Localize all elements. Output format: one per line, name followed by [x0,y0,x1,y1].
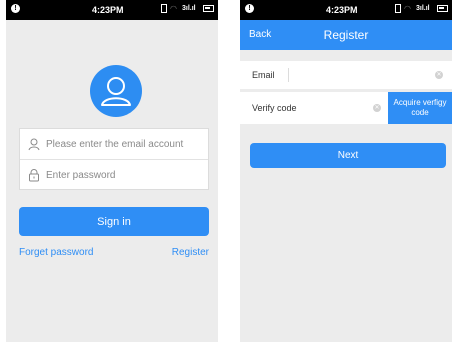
field-divider [288,68,289,82]
login-screen: ! 4:23PM ◠ 3ıl.ıl Please enter the email… [6,0,218,342]
wifi-icon: ◠ [404,4,411,13]
lock-icon [27,168,41,182]
clear-icon[interactable]: ✕ [435,71,443,79]
clear-icon[interactable]: ✕ [373,104,381,112]
login-form [19,128,209,190]
register-email-input[interactable] [294,66,434,84]
notification-icon: ! [11,4,20,13]
register-screen: ! 4:23PM ◠ 3ıl.ıl Back Register Email ✕ … [240,0,452,342]
register-link[interactable]: Register [172,247,209,258]
password-input[interactable] [46,166,204,184]
signal-icon: 3ıl.ıl [182,5,196,12]
status-bar: ! 4:23PM ◠ 3ıl.ıl [6,0,218,20]
page-title: Register [323,28,369,42]
vibrate-icon [395,4,401,13]
status-time: 4:23PM [326,5,358,15]
status-icons: ◠ 3ıl.ıl [395,4,448,13]
status-icons: ◠ 3ıl.ıl [161,4,214,13]
signal-icon: 3ıl.ıl [416,5,430,12]
user-avatar-icon [90,65,142,117]
forget-password-link[interactable]: Forget password [19,247,93,258]
notification-icon: ! [245,4,254,13]
status-time: 4:23PM [92,5,124,15]
verify-code-row: Verify code ✕ Acquire verfigy code [240,92,452,124]
status-bar: ! 4:23PM ◠ 3ıl.ıl [240,0,452,20]
register-navbar: Back Register [240,20,452,50]
wifi-icon: ◠ [170,4,177,13]
email-label: Email [252,70,275,80]
acquire-code-button[interactable]: Acquire verfigy code [388,92,452,124]
sign-in-button[interactable]: Sign in [19,207,209,236]
vibrate-icon [161,4,167,13]
email-row [20,129,208,160]
user-icon [27,137,41,151]
email-input[interactable] [46,135,204,153]
password-row [20,160,208,190]
verify-code-input[interactable] [306,99,368,117]
email-field-row: Email ✕ [240,61,452,89]
battery-icon [203,5,214,12]
verify-code-label: Verify code [252,103,297,113]
next-button[interactable]: Next [250,143,446,168]
battery-icon [437,5,448,12]
